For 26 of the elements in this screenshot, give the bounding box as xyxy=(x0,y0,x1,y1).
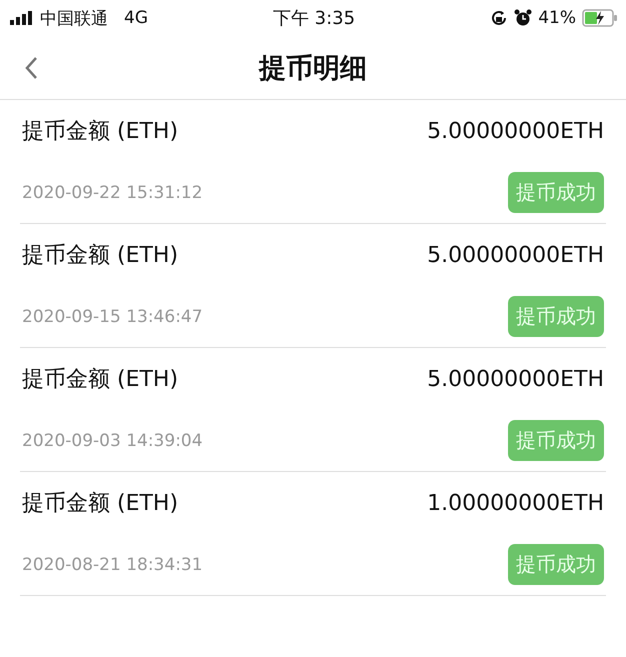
record-date: 2020-09-03 14:39:04 xyxy=(22,430,203,450)
back-icon[interactable] xyxy=(24,56,38,80)
amount-value: 1.00000000ETH xyxy=(427,490,604,516)
record-date: 2020-09-15 13:46:47 xyxy=(22,306,203,326)
status-badge: 提币成功 xyxy=(508,420,604,461)
record-date: 2020-09-22 15:31:12 xyxy=(22,182,203,202)
amount-label: 提币金额 (ETH) xyxy=(22,366,178,394)
rotation-lock-icon xyxy=(490,9,508,27)
amount-value: 5.00000000ETH xyxy=(427,242,604,268)
network-type: 4G xyxy=(124,8,148,28)
status-badge: 提币成功 xyxy=(508,172,604,213)
amount-label: 提币金额 (ETH) xyxy=(22,118,178,146)
battery-percent: 41% xyxy=(538,8,576,28)
amount-label: 提币金额 (ETH) xyxy=(22,242,178,270)
alarm-icon xyxy=(514,9,532,27)
carrier-name: 中国联通 xyxy=(40,8,108,30)
battery-charging-icon xyxy=(582,9,618,27)
amount-value: 5.00000000ETH xyxy=(427,118,604,144)
amount-label: 提币金额 (ETH) xyxy=(22,490,178,518)
signal-icon xyxy=(10,11,34,25)
record-date: 2020-08-21 18:34:31 xyxy=(22,554,203,574)
status-badge: 提币成功 xyxy=(508,296,604,337)
status-badge: 提币成功 xyxy=(508,544,604,585)
status-time: 下午 3:35 xyxy=(272,7,356,30)
amount-value: 5.00000000ETH xyxy=(427,366,604,392)
page-title: 提币明细 xyxy=(259,52,367,86)
